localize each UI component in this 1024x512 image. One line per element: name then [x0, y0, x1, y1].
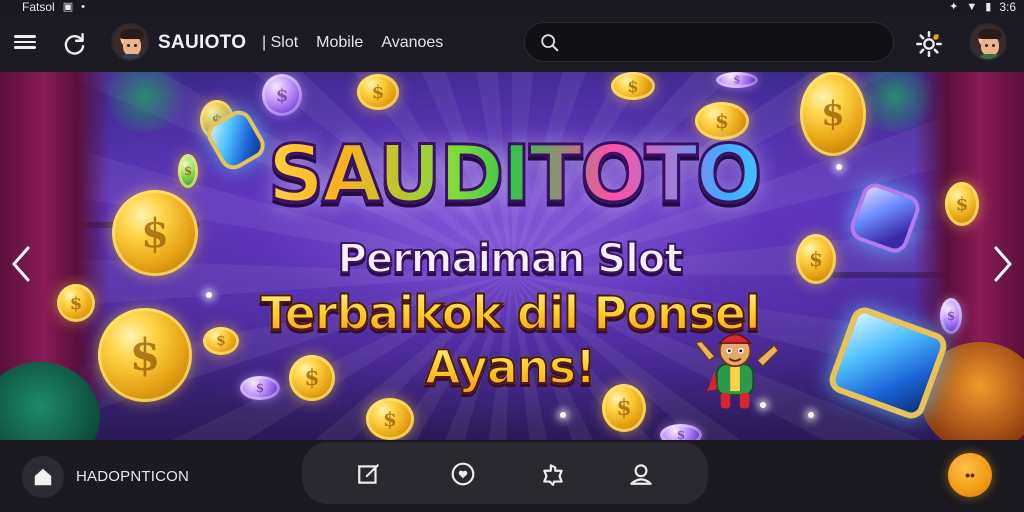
gold-coin-icon: [357, 74, 399, 110]
carousel-prev-arrow-icon[interactable]: [6, 242, 36, 286]
battery-icon: ▮: [985, 1, 992, 13]
nav-links: | Slot Mobile Avanoes: [262, 34, 443, 52]
action-button-label: ••: [965, 467, 975, 483]
screenshot-icon: ▣: [62, 1, 74, 13]
status-time: 3:6: [999, 0, 1016, 14]
bottom-dock: [302, 442, 708, 504]
purple-coin-icon: [262, 74, 302, 116]
hero-banner[interactable]: SAUDITOTO Permaiman Slot Terbaikok dil P…: [0, 72, 1024, 440]
hero-subtitle-line1: Permaiman Slot: [337, 235, 685, 283]
avatar[interactable]: [111, 23, 149, 61]
user-icon[interactable]: [628, 461, 654, 487]
purple-coin-icon: [940, 298, 962, 334]
profile-avatar[interactable]: [969, 23, 1007, 61]
gold-coin-icon: [796, 234, 836, 284]
sparkle: [836, 164, 842, 170]
notification-icon: •: [81, 1, 85, 13]
search-icon: [541, 34, 559, 52]
bottom-bar: HADOPNTICON ••: [0, 440, 1024, 512]
green-coin-icon: [178, 154, 198, 188]
puzzle-icon[interactable]: [540, 461, 566, 487]
gold-coin-icon: [203, 327, 239, 355]
home-icon: [34, 468, 52, 486]
search-input[interactable]: [571, 29, 881, 57]
sparkle: [206, 292, 212, 298]
bluetooth-icon: ✦: [949, 1, 959, 13]
nav-link-slot[interactable]: | Slot: [262, 34, 298, 52]
hero-subtitle-line3: Ayans!: [380, 339, 640, 395]
gold-coin-icon: [366, 398, 414, 440]
nav-link-mobile[interactable]: Mobile: [316, 34, 363, 52]
purple-coin-icon: [716, 72, 758, 88]
edit-icon[interactable]: [356, 461, 382, 487]
home-label[interactable]: HADOPNTICON: [76, 468, 189, 485]
hero-title: SAUDITOTO: [238, 129, 790, 222]
carousel-next-arrow-icon[interactable]: [988, 242, 1018, 286]
mascot-character-icon: [694, 333, 780, 409]
wifi-icon: ▼: [966, 1, 978, 13]
gold-coin-icon: [289, 355, 335, 401]
sparkle: [808, 412, 814, 418]
refresh-icon[interactable]: [62, 31, 88, 57]
heart-circle-icon[interactable]: [450, 461, 476, 487]
status-bar: Fatsol ▣ • ✦ ▼ ▮ 3:6: [0, 0, 1024, 14]
top-nav: SAUIOTO | Slot Mobile Avanoes: [0, 14, 1024, 72]
home-button[interactable]: [22, 456, 64, 498]
brand-title[interactable]: SAUIOTO: [158, 32, 246, 54]
gold-coin-icon: [57, 284, 95, 322]
gold-coin-icon: [800, 72, 866, 156]
gold-coin-icon: [112, 190, 198, 276]
nav-link-avanoes[interactable]: Avanoes: [381, 34, 443, 52]
gold-coin-icon: [98, 308, 192, 402]
sparkle: [560, 412, 566, 418]
gold-coin-icon: [945, 182, 979, 226]
search-bar[interactable]: [524, 22, 894, 62]
hamburger-menu-icon[interactable]: [14, 32, 40, 54]
settings-gear-icon[interactable]: [915, 30, 943, 58]
purple-coin-icon: [660, 424, 702, 440]
action-button[interactable]: ••: [948, 453, 992, 497]
purple-coin-icon: [240, 376, 280, 400]
status-text: Fatsol: [22, 0, 55, 14]
gold-coin-icon: [611, 72, 655, 100]
